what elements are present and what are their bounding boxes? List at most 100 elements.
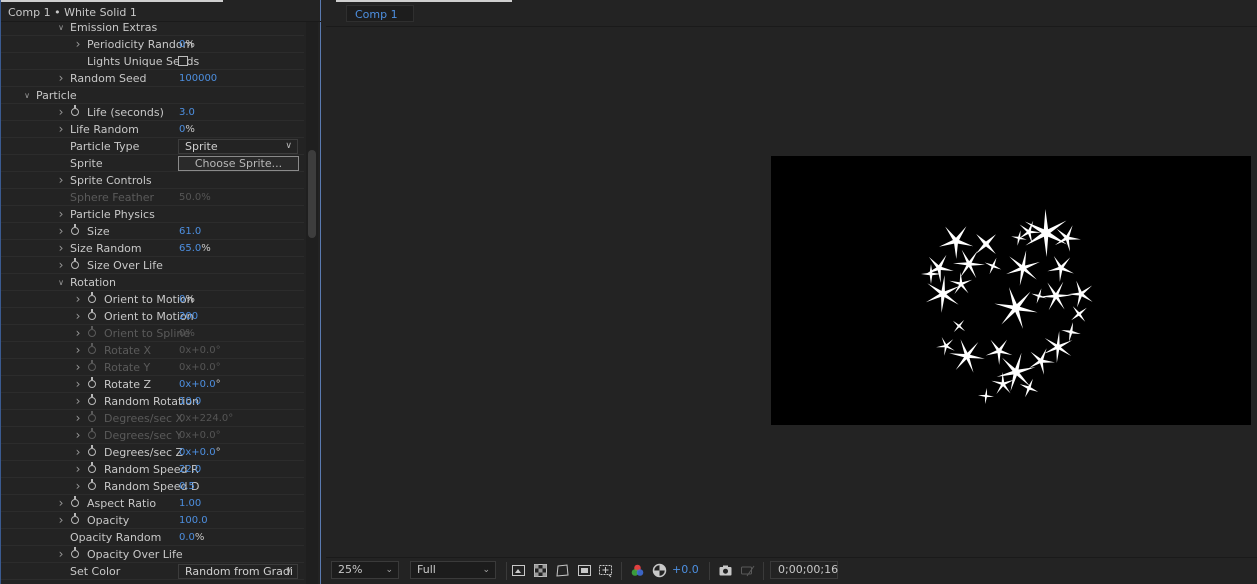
- property-value[interactable]: 0%: [179, 291, 195, 308]
- exposure-reset-icon[interactable]: [652, 563, 667, 578]
- stopwatch-icon[interactable]: [71, 258, 79, 269]
- value-number[interactable]: 200: [179, 311, 198, 322]
- value-number[interactable]: 1.00: [179, 498, 201, 509]
- property-value[interactable]: 100000: [179, 70, 217, 87]
- property-value[interactable]: 0%: [179, 36, 195, 53]
- stopwatch-icon[interactable]: [71, 105, 79, 116]
- property-row[interactable]: › Random Seed 100000: [1, 70, 304, 87]
- current-time-display[interactable]: 0;00;00;16: [770, 561, 838, 579]
- property-row[interactable]: › Periodicity Random 0%: [1, 36, 304, 53]
- property-value[interactable]: 1.00: [179, 495, 201, 512]
- property-value[interactable]: 65.0%: [179, 240, 211, 257]
- resolution-dropdown[interactable]: Full ⌄: [410, 561, 496, 579]
- property-row[interactable]: › Rotate Y 0x+0.0°: [1, 359, 304, 376]
- property-row[interactable]: Set Color Random from Gradi ∨: [1, 563, 304, 580]
- property-value[interactable]: 0.0%: [179, 529, 204, 546]
- chevron-down-icon[interactable]: ∨: [23, 87, 31, 104]
- property-row[interactable]: › Life (seconds) 3.0: [1, 104, 304, 121]
- chevron-right-icon[interactable]: ›: [74, 410, 82, 427]
- property-row[interactable]: ∨ Rotation: [1, 274, 304, 291]
- value-number[interactable]: 100000: [179, 73, 217, 84]
- property-value[interactable]: 0%: [179, 121, 195, 138]
- chevron-right-icon[interactable]: ›: [74, 444, 82, 461]
- snapshot-icon[interactable]: [718, 563, 733, 578]
- property-row[interactable]: › Size Random 65.0%: [1, 240, 304, 257]
- chevron-down-icon[interactable]: ∨: [57, 19, 65, 36]
- property-value[interactable]: 3.0: [179, 104, 195, 121]
- chevron-right-icon[interactable]: ›: [74, 342, 82, 359]
- chevron-right-icon[interactable]: ›: [57, 206, 65, 223]
- stopwatch-icon[interactable]: [71, 547, 79, 558]
- guides-icon[interactable]: [577, 563, 592, 578]
- chevron-right-icon[interactable]: ›: [74, 461, 82, 478]
- chevron-right-icon[interactable]: ›: [74, 393, 82, 410]
- value-number[interactable]: 65.0: [179, 243, 201, 254]
- stopwatch-icon[interactable]: [71, 224, 79, 235]
- property-row[interactable]: › Opacity Over Life: [1, 546, 304, 563]
- chevron-right-icon[interactable]: ›: [57, 257, 65, 274]
- value-number[interactable]: 10.0: [179, 396, 201, 407]
- channel-icon[interactable]: [630, 563, 645, 578]
- chevron-right-icon[interactable]: ›: [57, 512, 65, 529]
- stopwatch-icon[interactable]: [88, 292, 96, 303]
- property-row[interactable]: › Rotate X 0x+0.0°: [1, 342, 304, 359]
- property-value[interactable]: 61.0: [179, 223, 201, 240]
- property-dropdown[interactable]: Random from Gradi ∨: [178, 564, 298, 579]
- property-dropdown[interactable]: Sprite ∨: [178, 139, 298, 154]
- stopwatch-icon[interactable]: [88, 479, 96, 490]
- chevron-right-icon[interactable]: ›: [74, 427, 82, 444]
- chevron-right-icon[interactable]: ›: [74, 478, 82, 495]
- stopwatch-icon[interactable]: [88, 428, 96, 439]
- stopwatch-icon[interactable]: [88, 394, 96, 405]
- tab-comp-1[interactable]: Comp 1: [346, 5, 414, 22]
- property-row[interactable]: Lights Unique Seeds: [1, 53, 304, 70]
- stopwatch-icon[interactable]: [88, 445, 96, 456]
- property-row[interactable]: Sphere Feather 50.0%: [1, 189, 304, 206]
- chevron-right-icon[interactable]: ›: [57, 104, 65, 121]
- chevron-right-icon[interactable]: ›: [74, 308, 82, 325]
- property-row[interactable]: Particle Type Sprite ∨: [1, 138, 304, 155]
- stopwatch-icon[interactable]: [88, 309, 96, 320]
- property-row[interactable]: › Life Random 0%: [1, 121, 304, 138]
- scrollbar[interactable]: [306, 22, 318, 584]
- property-row[interactable]: › Size Over Life: [1, 257, 304, 274]
- chevron-right-icon[interactable]: ›: [74, 325, 82, 342]
- chevron-right-icon[interactable]: ›: [57, 546, 65, 563]
- property-value[interactable]: 22.0: [179, 461, 201, 478]
- property-value[interactable]: 0x+0.0°: [179, 376, 221, 393]
- stopwatch-icon[interactable]: [88, 360, 96, 371]
- chevron-right-icon[interactable]: ›: [57, 495, 65, 512]
- property-row[interactable]: › Opacity 100.0: [1, 512, 304, 529]
- property-row[interactable]: › Degrees/sec X 0x+224.0°: [1, 410, 304, 427]
- value-number[interactable]: 0.0: [179, 532, 195, 543]
- property-value[interactable]: 0.5: [179, 478, 195, 495]
- stopwatch-icon[interactable]: [71, 496, 79, 507]
- zoom-dropdown[interactable]: 25% ⌄: [331, 561, 399, 579]
- value-number[interactable]: 22.0: [179, 464, 201, 475]
- value-number[interactable]: 61.0: [179, 226, 201, 237]
- property-row[interactable]: ∨ Particle: [1, 87, 304, 104]
- chevron-right-icon[interactable]: ›: [57, 121, 65, 138]
- chevron-right-icon[interactable]: ›: [74, 359, 82, 376]
- value-number[interactable]: 0x+0.0: [179, 447, 216, 458]
- stopwatch-icon[interactable]: [88, 343, 96, 354]
- property-row[interactable]: Opacity Random 0.0%: [1, 529, 304, 546]
- chevron-right-icon[interactable]: ›: [57, 223, 65, 240]
- value-number[interactable]: 0.5: [179, 481, 195, 492]
- stopwatch-icon[interactable]: [71, 513, 79, 524]
- value-number[interactable]: 0x+0.0: [179, 379, 216, 390]
- stopwatch-icon[interactable]: [88, 377, 96, 388]
- show-snapshot-icon[interactable]: [740, 563, 755, 578]
- property-row[interactable]: › Random Speed D 0.5: [1, 478, 304, 495]
- property-row[interactable]: › Particle Physics: [1, 206, 304, 223]
- choose-sprite-button[interactable]: Choose Sprite...: [178, 156, 299, 171]
- property-row[interactable]: › Random Speed R 22.0: [1, 461, 304, 478]
- property-row[interactable]: › Sprite Controls: [1, 172, 304, 189]
- chevron-right-icon[interactable]: ›: [74, 376, 82, 393]
- chevron-right-icon[interactable]: ›: [74, 291, 82, 308]
- scrollbar-thumb[interactable]: [308, 150, 316, 238]
- chevron-down-icon[interactable]: ∨: [57, 274, 65, 291]
- chevron-right-icon[interactable]: ›: [74, 36, 82, 53]
- property-row[interactable]: › Degrees/sec Z 0x+0.0°: [1, 444, 304, 461]
- property-value[interactable]: 100.0: [179, 512, 208, 529]
